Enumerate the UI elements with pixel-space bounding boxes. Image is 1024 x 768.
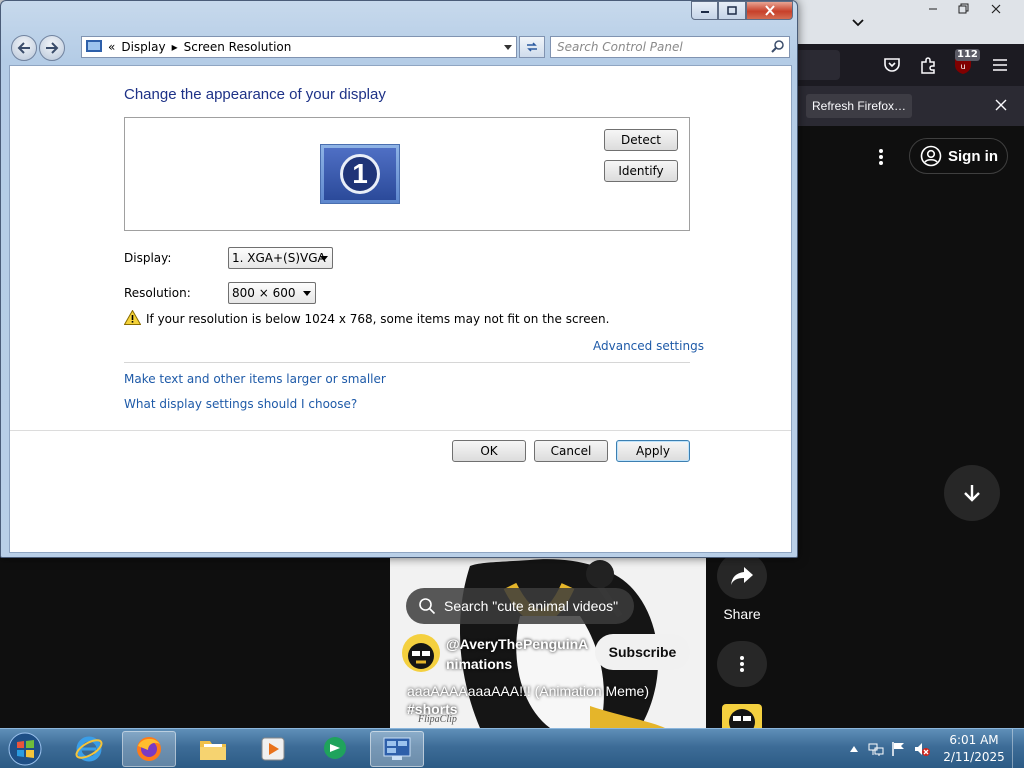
notification-close-icon[interactable] <box>990 94 1012 116</box>
more-vertical-icon <box>739 655 745 673</box>
network-icon[interactable] <box>868 741 884 757</box>
refresh-firefox-button[interactable]: Refresh Firefox… <box>806 94 912 118</box>
divider <box>124 362 690 363</box>
clock-date[interactable]: 2/11/2025 <box>938 750 1010 764</box>
next-short-button[interactable] <box>944 465 1000 521</box>
windows-start-icon[interactable] <box>4 730 46 768</box>
taskbar: 6:01 AM 2/11/2025 <box>0 728 1024 768</box>
display-label: Display: <box>124 251 172 265</box>
internet-explorer-icon[interactable] <box>62 731 116 767</box>
ublock-count-badge: 112 <box>955 49 980 61</box>
display-select[interactable]: 1. XGA+(S)VGA <box>228 247 333 269</box>
channel-avatar[interactable] <box>402 634 440 672</box>
search-text: Search "cute animal videos" <box>444 598 619 614</box>
apply-button[interactable]: Apply <box>616 440 690 462</box>
breadcrumb-display[interactable]: Display <box>121 40 165 54</box>
monitor-arrangement-area: 1 Detect Identify <box>124 117 690 231</box>
firefox-close-button[interactable] <box>978 0 1014 18</box>
chat-icon[interactable] <box>308 731 362 767</box>
svg-text:u: u <box>960 62 965 71</box>
system-tray: 6:01 AM 2/11/2025 <box>842 729 1024 768</box>
show-hidden-icons-icon[interactable] <box>846 741 862 757</box>
control-panel-icon[interactable] <box>370 731 424 767</box>
content-pane: Change the appearance of your display 1 … <box>9 65 792 553</box>
sign-in-button[interactable]: Sign in <box>909 138 1008 174</box>
sound-avatar[interactable] <box>722 704 762 728</box>
pocket-icon[interactable] <box>880 53 904 77</box>
ok-button[interactable]: OK <box>452 440 526 462</box>
sign-in-label: Sign in <box>948 147 998 165</box>
share-label: Share <box>723 606 761 622</box>
media-player-icon[interactable] <box>246 731 300 767</box>
screen-resolution-window: « Display ▸ Screen Resolution Search Con… <box>0 0 798 558</box>
refresh-icon[interactable] <box>519 36 545 58</box>
channel-name[interactable]: @AveryThePenguinAnimations <box>446 634 594 674</box>
advanced-settings-link[interactable]: Advanced settings <box>593 339 704 353</box>
breadcrumb-separator-icon[interactable]: ▸ <box>172 40 178 54</box>
firefox-restore-button[interactable] <box>945 0 981 18</box>
action-center-flag-icon[interactable] <box>890 741 906 757</box>
firefox-icon[interactable] <box>122 731 176 767</box>
monitor-number: 1 <box>340 154 380 194</box>
file-explorer-icon[interactable] <box>186 731 240 767</box>
clock-time[interactable]: 6:01 AM <box>944 733 1004 747</box>
warning-icon <box>124 310 141 325</box>
identify-button[interactable]: Identify <box>604 160 678 182</box>
share-button[interactable] <box>717 553 767 599</box>
back-button[interactable] <box>11 35 37 61</box>
tab-list-chevron-icon[interactable] <box>846 10 870 34</box>
text-size-link[interactable]: Make text and other items larger or smal… <box>124 372 386 386</box>
dropdown-arrow-icon <box>320 256 328 261</box>
cancel-button[interactable]: Cancel <box>534 440 608 462</box>
flipaclip-watermark: FlipaClip <box>418 714 457 725</box>
address-bar[interactable]: « Display ▸ Screen Resolution <box>81 36 517 58</box>
arrow-down-icon <box>961 482 983 504</box>
control-panel-icon <box>86 40 102 54</box>
page-title: Change the appearance of your display <box>124 86 386 103</box>
address-dropdown-icon[interactable] <box>501 38 515 56</box>
window-maximize-button[interactable] <box>718 1 746 20</box>
resolution-label: Resolution: <box>124 286 191 300</box>
more-options-icon[interactable] <box>866 142 896 172</box>
youtube-search-pill[interactable]: Search "cute animal videos" <box>406 588 634 624</box>
forward-button[interactable] <box>39 35 65 61</box>
breadcrumb-overflow[interactable]: « <box>108 40 115 54</box>
hamburger-menu-icon[interactable] <box>988 53 1012 77</box>
dropdown-arrow-icon <box>303 291 311 296</box>
monitor-1-icon[interactable]: 1 <box>320 144 400 204</box>
short-more-button[interactable] <box>717 641 767 687</box>
volume-muted-icon[interactable] <box>914 741 930 757</box>
account-icon <box>920 145 942 167</box>
search-icon[interactable] <box>771 39 785 53</box>
window-close-button[interactable] <box>746 1 793 20</box>
extensions-puzzle-icon[interactable] <box>916 53 940 77</box>
search-control-panel-input[interactable]: Search Control Panel <box>550 36 790 58</box>
display-settings-help-link[interactable]: What display settings should I choose? <box>124 397 357 411</box>
subscribe-button[interactable]: Subscribe <box>595 634 690 670</box>
breadcrumb-screen-resolution[interactable]: Screen Resolution <box>184 40 292 54</box>
resolution-warning-text: If your resolution is below 1024 x 768, … <box>146 312 610 326</box>
search-icon <box>418 597 436 615</box>
show-desktop-button[interactable] <box>1012 729 1024 768</box>
video-title[interactable]: aaaAAAAaaaAAA!!! (Animation Meme) <box>407 681 707 701</box>
detect-button[interactable]: Detect <box>604 129 678 151</box>
share-arrow-icon <box>730 566 754 586</box>
footer-divider <box>10 430 791 431</box>
window-minimize-button[interactable] <box>691 1 718 20</box>
display-value: 1. XGA+(S)VGA <box>232 251 326 265</box>
resolution-value: 800 × 600 <box>232 286 296 300</box>
resolution-select[interactable]: 800 × 600 <box>228 282 316 304</box>
